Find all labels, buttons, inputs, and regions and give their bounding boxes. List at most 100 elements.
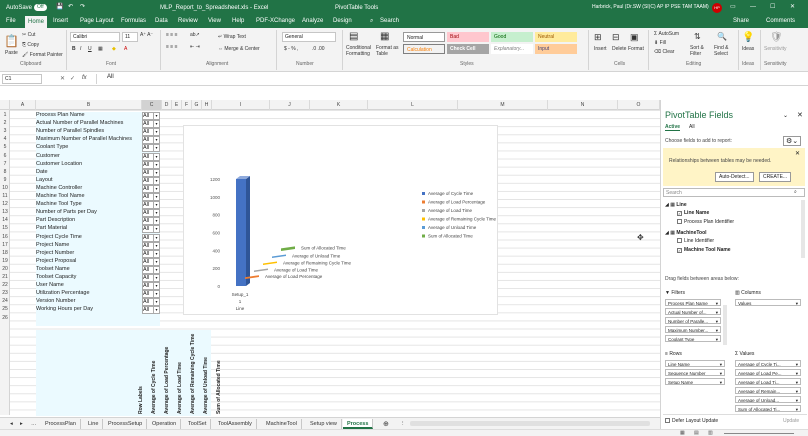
col-header[interactable]: N: [548, 100, 618, 110]
menu-analyze[interactable]: Analyze: [302, 18, 323, 24]
gear-icon[interactable]: ⚙⌄: [783, 136, 802, 146]
formula-input[interactable]: All: [96, 74, 796, 84]
filter-value-cell[interactable]: All ▾: [142, 265, 160, 274]
autosave-toggle[interactable]: Off: [34, 4, 47, 11]
filter-dropdown-icon[interactable]: ▾: [153, 210, 159, 217]
filter-dropdown-icon[interactable]: ▾: [153, 275, 159, 281]
col-header[interactable]: F: [182, 100, 192, 110]
filter-field-cell[interactable]: Project Cycle Time: [36, 234, 142, 240]
row-header[interactable]: 5: [0, 144, 10, 150]
filter-value-cell[interactable]: All ▾: [142, 152, 160, 161]
autosum-button[interactable]: Σ AutoSum: [654, 31, 679, 37]
filter-value-cell[interactable]: All ▾: [142, 233, 160, 242]
checkbox-icon[interactable]: [677, 219, 682, 224]
area-field-item[interactable]: Average of Unload... ▾: [735, 396, 801, 403]
currency-icon[interactable]: $ - % ,: [284, 46, 298, 52]
sheet-tab[interactable]: ProcessSetup: [104, 419, 148, 429]
maximize-icon[interactable]: ☐: [770, 4, 775, 10]
col-header[interactable]: M: [458, 100, 548, 110]
menu-data[interactable]: Data: [155, 18, 168, 24]
align-top-icon[interactable]: ≡ ≡ ≡: [166, 32, 178, 38]
style-neutral[interactable]: Neutral: [535, 32, 577, 42]
filter-value-cell[interactable]: All ▾: [142, 298, 160, 307]
filter-dropdown-icon[interactable]: ▾: [153, 283, 159, 290]
filter-field-cell[interactable]: Project Name: [36, 242, 142, 248]
font-name-select[interactable]: Calibri: [70, 32, 120, 42]
filter-dropdown-icon[interactable]: ▾: [153, 129, 159, 136]
row-header[interactable]: 13: [0, 209, 10, 215]
area-field-item[interactable]: Number of Paralle... ▾: [665, 317, 721, 324]
menu-insert[interactable]: Insert: [53, 18, 68, 24]
copy-button[interactable]: ⎘ Copy: [22, 42, 39, 48]
filter-dropdown-icon[interactable]: ▾: [153, 185, 159, 192]
menu-file[interactable]: File: [6, 18, 16, 24]
page-break-icon[interactable]: ▥: [708, 430, 713, 436]
filter-value-cell[interactable]: All ▾: [142, 225, 160, 234]
menu-home[interactable]: Home: [25, 16, 48, 28]
close-pane-icon[interactable]: ✕: [797, 111, 803, 119]
minimize-icon[interactable]: —: [750, 4, 756, 10]
enter-icon[interactable]: ✓: [70, 75, 75, 82]
function-icon[interactable]: fx: [82, 75, 87, 81]
filter-value-cell[interactable]: All ▾: [142, 209, 160, 218]
filter-dropdown-icon[interactable]: ▾: [153, 121, 159, 128]
area-field-item[interactable]: Maximum Number... ▾: [665, 326, 721, 333]
zoom-slider[interactable]: [724, 433, 794, 434]
filter-field-cell[interactable]: Part Material: [36, 225, 142, 231]
row-header[interactable]: 6: [0, 153, 10, 159]
filter-field-cell[interactable]: Project Number: [36, 250, 142, 256]
filter-field-cell[interactable]: Machine Tool Type: [36, 201, 142, 207]
create-button[interactable]: CREATE...: [759, 172, 792, 182]
sort-filter-button[interactable]: Sort & Filter: [690, 45, 712, 57]
font-size-select[interactable]: 11: [122, 32, 138, 42]
field-item[interactable]: ✓ Line Name: [677, 210, 709, 216]
filter-value-cell[interactable]: All ▾: [142, 144, 160, 153]
col-header[interactable]: B: [36, 100, 142, 110]
filter-dropdown-icon[interactable]: ▾: [153, 169, 159, 176]
update-button[interactable]: Update: [783, 418, 799, 424]
row-header[interactable]: 21: [0, 274, 10, 280]
row-header[interactable]: 11: [0, 193, 10, 199]
checkbox-checked-icon[interactable]: ✓: [677, 211, 682, 216]
filter-dropdown-icon[interactable]: ▾: [153, 250, 159, 257]
area-field-item[interactable]: Average of Remain... ▾: [735, 387, 801, 394]
filter-field-cell[interactable]: Toolset Capacity: [36, 274, 142, 280]
menu-help[interactable]: Help: [232, 18, 244, 24]
filter-field-cell[interactable]: Layout: [36, 177, 142, 183]
filter-value-cell[interactable]: All ▾: [142, 201, 160, 210]
row-header[interactable]: 18: [0, 250, 10, 256]
name-box[interactable]: C1: [2, 74, 42, 84]
number-format-select[interactable]: General: [282, 32, 336, 42]
search-icon[interactable]: ⌕: [370, 18, 373, 25]
orientation-icon[interactable]: ab↗: [190, 32, 200, 38]
save-icon[interactable]: 💾: [56, 4, 63, 10]
row-header[interactable]: 2: [0, 120, 10, 126]
style-good[interactable]: Good: [491, 32, 533, 42]
col-header[interactable]: O: [618, 100, 660, 110]
filter-value-cell[interactable]: All ▾: [142, 160, 160, 169]
col-header[interactable]: H: [202, 100, 212, 110]
checkbox-checked-icon[interactable]: ✓: [677, 248, 682, 253]
menu-pdf-xchange[interactable]: PDF-XChange: [256, 18, 295, 24]
find-select-button[interactable]: Find & Select: [714, 45, 738, 57]
fill-color-icon[interactable]: ◆: [112, 46, 116, 52]
filter-value-cell[interactable]: All ▾: [142, 128, 160, 137]
pane-options-icon[interactable]: ⌄: [783, 112, 788, 119]
columns-item[interactable]: Values ▾: [735, 299, 801, 306]
pivot-chart[interactable]: 0 200 400 600 800 1000 1200 Average of Load Per…: [183, 125, 498, 315]
font-color-icon[interactable]: A: [124, 46, 127, 52]
cancel-icon[interactable]: ✕: [60, 75, 65, 82]
share-button[interactable]: Share: [733, 18, 749, 24]
close-icon[interactable]: ✕: [790, 4, 795, 10]
underline-icon[interactable]: U: [88, 46, 92, 52]
row-header[interactable]: 26: [0, 315, 10, 321]
style-input[interactable]: Input: [535, 44, 577, 54]
filter-value-cell[interactable]: All ▾: [142, 120, 160, 129]
row-header[interactable]: 9: [0, 177, 10, 183]
filter-dropdown-icon[interactable]: ▾: [153, 234, 159, 241]
row-header[interactable]: 4: [0, 136, 10, 142]
row-header[interactable]: 7: [0, 161, 10, 167]
sheet-tab[interactable]: ProcessPlan: [41, 419, 81, 429]
area-field-item[interactable]: Coolant Type ▾: [665, 335, 721, 342]
wrap-text-button[interactable]: ↵ Wrap Text: [218, 34, 246, 40]
